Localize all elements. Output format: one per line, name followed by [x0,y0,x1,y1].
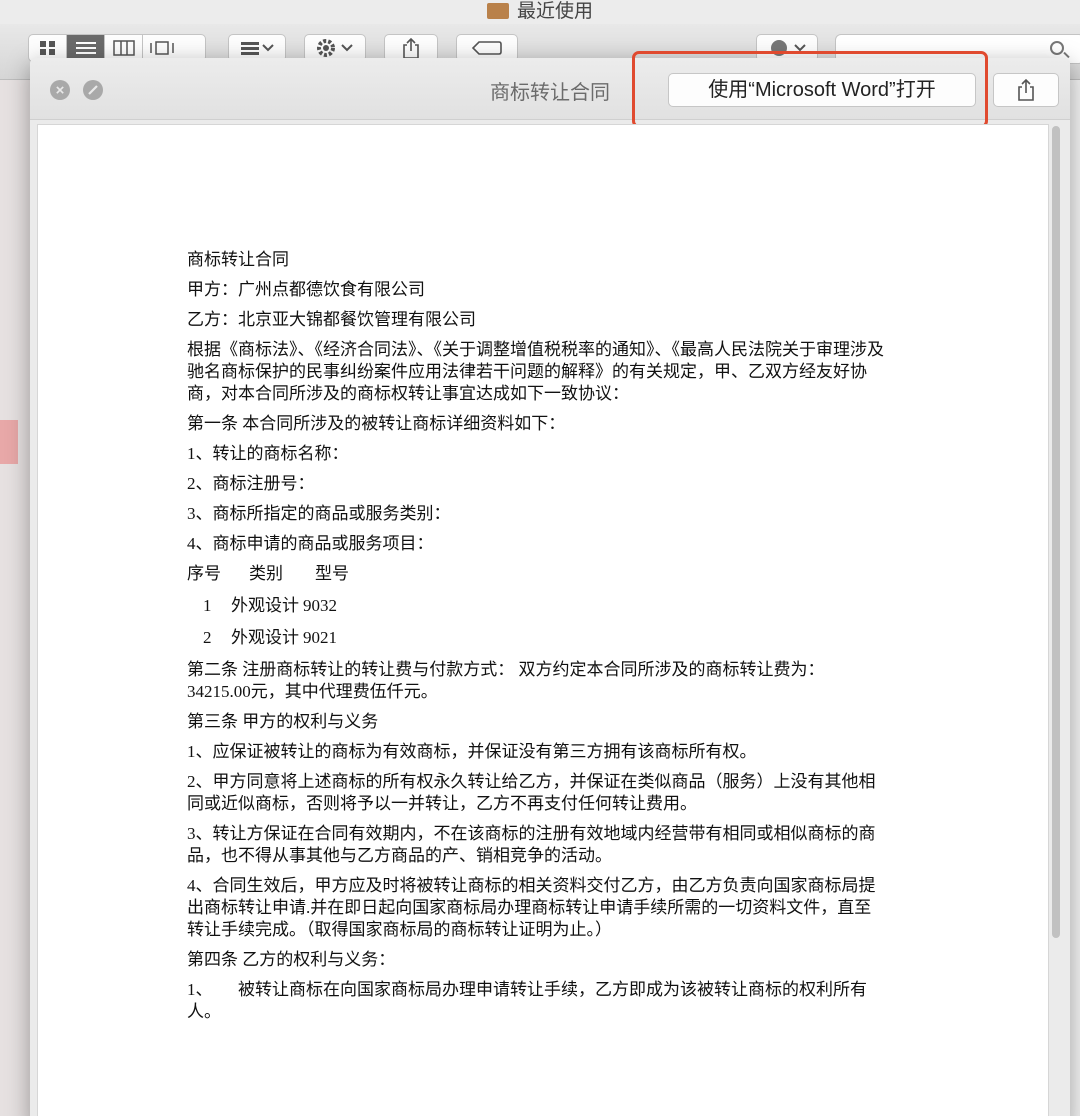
quicklook-share-button[interactable] [993,73,1059,107]
article-3-item: 1、应保证被转让的商标为有效商标，并保证没有第三方拥有该商标所有权。 [187,742,757,761]
preamble: 根据《商标法》、《经济合同法》、《关于调整增值税税率的通知》、《最高人民法院关于… [187,340,884,403]
article-1-item: 4、商标申请的商品或服务项目： [187,534,434,553]
article-3-heading: 第三条 甲方的权利与义务 [187,712,379,731]
finder-title-bar: 最近使用 [0,0,1080,24]
gear-icon [317,39,353,57]
table-cell: 1 [203,596,212,615]
share-icon [403,37,419,59]
finder-sidebar [0,80,30,1116]
table-cell: 外观设计 [231,596,299,615]
tag-icon [471,41,502,55]
document-title: 商标转让合同 [187,250,289,269]
quicklook-titlebar: × 商标转让合同 使用“Microsoft Word”打开 [30,51,1070,128]
table-cell: 9032 [303,596,337,615]
quicklook-title: 商标转让合同 [490,82,610,104]
article-1-item: 2、商标注册号： [187,474,315,493]
table-cell: 外观设计 [231,628,299,647]
document-page: 商标转让合同 甲方：广州点都德饮食有限公司 乙方：北京亚大锦都餐饮管理有限公司 … [37,124,1049,1116]
document-scrollbar[interactable] [1050,126,1060,1116]
table-row: 2 外观设计 9021 [187,627,887,649]
finder-title: 最近使用 [516,1,593,22]
fullscreen-icon[interactable] [83,80,103,100]
party-a: 甲方：广州点都德饮食有限公司 [187,280,425,299]
search-icon [1050,41,1064,55]
table-row: 1 外观设计 9032 [187,595,887,617]
table-cell: 2 [203,628,212,647]
article-3-item: 4、合同生效后，甲方应及时将被转让商标的相关资料交付乙方，由乙方负责向国家商标局… [187,876,876,939]
document-content: 商标转让合同 甲方：广州点都德饮食有限公司 乙方：北京亚大锦都餐饮管理有限公司 … [187,249,887,1031]
quicklook-window: × 商标转让合同 使用“Microsoft Word”打开 商标转让合同 甲方：… [30,51,1070,1116]
group-icon [241,42,274,55]
table-header-cell: 序号 [187,564,221,583]
article-4-heading: 第四条 乙方的权利与义务： [187,950,396,969]
folder-icon [486,3,509,19]
article-4-item: 1、 被转让商标在向国家商标局办理申请转让手续，乙方即成为该被转让商标的权利所有… [187,980,867,1021]
article-2: 第二条 注册商标转让的转让费与付款方式： 双方约定本合同所涉及的商标转让费为：3… [187,660,825,701]
table-cell: 9021 [303,628,337,647]
party-b: 乙方：北京亚大锦都餐饮管理有限公司 [187,310,476,329]
table-header-cell: 类别 [249,564,283,583]
table-header-cell: 型号 [315,564,349,583]
article-1-item: 3、商标所指定的商品或服务类别： [187,504,451,523]
close-icon[interactable]: × [50,80,70,100]
sidebar-selected-item[interactable] [0,420,18,464]
highlight-annotation [632,51,988,128]
article-3-item: 3、转让方保证在合同有效期内，不在该商标的注册有效地域内经营带有相同或相似商标的… [187,824,876,865]
table-header: 序号 类别 型号 [187,563,887,585]
article-1-item: 1、转让的商标名称： [187,444,349,463]
article-3-item: 2、甲方同意将上述商标的所有权永久转让给乙方，并保证在类似商品（服务）上没有其他… [187,772,876,813]
share-icon [1018,78,1034,101]
article-1-heading: 第一条 本合同所涉及的被转让商标详细资料如下： [187,414,566,433]
scrollbar-thumb[interactable] [1052,126,1060,938]
